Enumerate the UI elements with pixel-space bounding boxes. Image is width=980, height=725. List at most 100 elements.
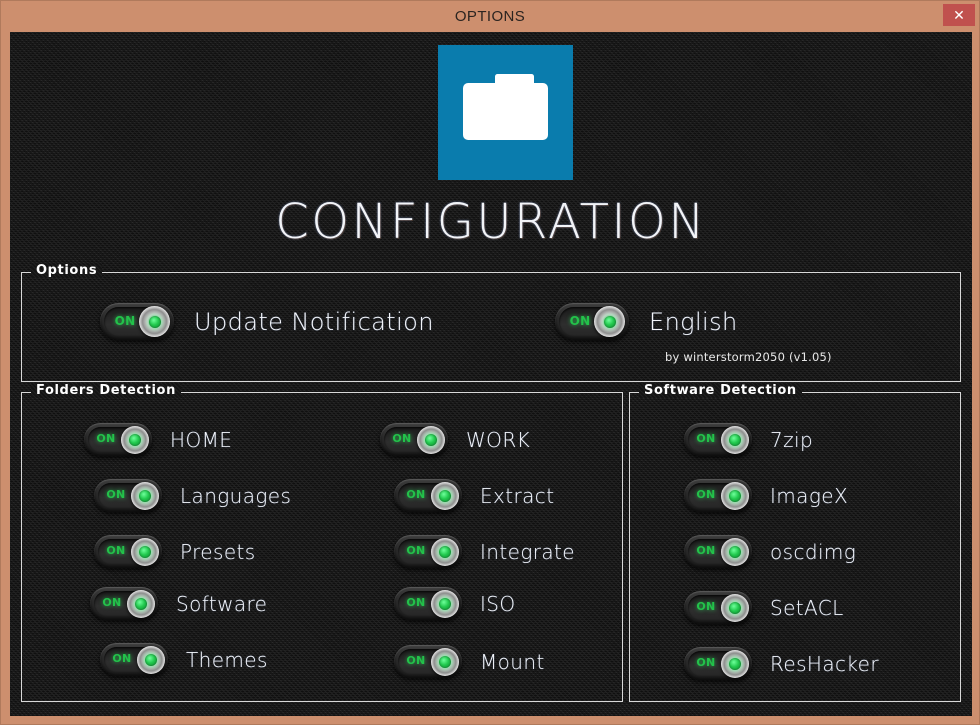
toggle-row-software-folder[interactable]: ON Software — [90, 587, 267, 620]
toggle-work[interactable]: ON — [380, 423, 448, 456]
toggle-knob[interactable] — [121, 426, 149, 454]
toggle-row-extract[interactable]: ON Extract — [394, 479, 554, 512]
led-indicator — [149, 316, 161, 328]
toggle-state-label: ON — [99, 596, 125, 610]
toggle-extract[interactable]: ON — [394, 479, 462, 512]
toggle-knob[interactable] — [721, 482, 749, 510]
led-indicator — [729, 546, 741, 558]
credits-text: by winterstorm2050 (v1.05) — [665, 350, 832, 364]
toggle-row-english[interactable]: ON English — [555, 303, 738, 340]
row-label: ISO — [480, 592, 516, 616]
toggle-row-home[interactable]: ON HOME — [84, 423, 232, 456]
row-label: Themes — [186, 648, 268, 672]
toggle-knob[interactable] — [431, 482, 459, 510]
toggle-state-label: ON — [403, 596, 429, 610]
toggle-row-reshacker[interactable]: ON ResHacker — [684, 647, 879, 680]
toggle-state-label: ON — [693, 600, 719, 614]
row-label: Presets — [180, 540, 256, 564]
toggle-english[interactable]: ON — [555, 303, 629, 340]
software-detection-group: Software Detection ON 7zip ON ImageX — [629, 392, 961, 702]
toggle-state-label: ON — [693, 544, 719, 558]
toggle-row-7zip[interactable]: ON 7zip — [684, 423, 813, 456]
row-label: oscdimg — [770, 540, 856, 564]
toggle-state-label: ON — [109, 652, 135, 666]
toggle-state-label: ON — [403, 654, 429, 668]
content-area: CONFIGURATION Options ON Update Notifica… — [10, 32, 972, 716]
led-indicator — [425, 434, 437, 446]
toggle-state-label: ON — [93, 432, 119, 446]
folder-icon — [438, 45, 573, 180]
toggle-knob[interactable] — [127, 590, 155, 618]
toggle-knob[interactable] — [721, 594, 749, 622]
toggle-state-label: ON — [693, 432, 719, 446]
toggle-7zip[interactable]: ON — [684, 423, 752, 456]
page-title: CONFIGURATION — [10, 194, 972, 250]
toggle-knob[interactable] — [131, 538, 159, 566]
row-label: Languages — [180, 484, 291, 508]
led-indicator — [729, 658, 741, 670]
led-indicator — [439, 490, 451, 502]
led-indicator — [135, 598, 147, 610]
toggle-state-label: ON — [693, 488, 719, 502]
row-label: Software — [176, 592, 267, 616]
toggle-knob[interactable] — [417, 426, 445, 454]
folders-detection-group-title: Folders Detection — [31, 383, 181, 398]
toggle-presets[interactable]: ON — [94, 535, 162, 568]
title-bar: OPTIONS ✕ — [1, 1, 979, 32]
toggle-knob[interactable] — [721, 426, 749, 454]
toggle-state-label: ON — [111, 314, 139, 328]
row-label: ImageX — [770, 484, 848, 508]
toggle-knob[interactable] — [431, 648, 459, 676]
toggle-row-integrate[interactable]: ON Integrate — [394, 535, 575, 568]
toggle-oscdimg[interactable]: ON — [684, 535, 752, 568]
toggle-knob[interactable] — [431, 590, 459, 618]
options-group: Options ON Update Notification ON — [21, 272, 961, 382]
toggle-row-imagex[interactable]: ON ImageX — [684, 479, 848, 512]
led-indicator — [139, 490, 151, 502]
toggle-integrate[interactable]: ON — [394, 535, 462, 568]
led-indicator — [729, 490, 741, 502]
toggle-knob[interactable] — [594, 306, 625, 337]
row-label: Integrate — [480, 540, 575, 564]
toggle-row-setacl[interactable]: ON SetACL — [684, 591, 844, 624]
toggle-state-label: ON — [403, 544, 429, 558]
close-button[interactable]: ✕ — [943, 4, 975, 26]
toggle-iso[interactable]: ON — [394, 587, 462, 620]
toggle-row-work[interactable]: ON WORK — [380, 423, 530, 456]
toggle-knob[interactable] — [431, 538, 459, 566]
led-indicator — [439, 598, 451, 610]
row-label: WORK — [466, 428, 530, 452]
toggle-knob[interactable] — [137, 646, 165, 674]
led-indicator — [729, 434, 741, 446]
toggle-knob[interactable] — [721, 538, 749, 566]
row-label: Extract — [480, 484, 554, 508]
toggle-row-themes[interactable]: ON Themes — [100, 643, 268, 676]
toggle-row-update-notification[interactable]: ON Update Notification — [100, 303, 434, 340]
toggle-software-folder[interactable]: ON — [90, 587, 158, 620]
toggle-mount[interactable]: ON — [394, 645, 462, 678]
row-label: 7zip — [770, 428, 813, 452]
toggle-home[interactable]: ON — [84, 423, 152, 456]
row-label: Update Notification — [194, 308, 434, 336]
toggle-knob[interactable] — [721, 650, 749, 678]
toggle-row-languages[interactable]: ON Languages — [94, 479, 291, 512]
toggle-setacl[interactable]: ON — [684, 591, 752, 624]
row-label: Mount — [480, 650, 545, 674]
row-label: ResHacker — [770, 652, 879, 676]
toggle-state-label: ON — [403, 488, 429, 502]
toggle-imagex[interactable]: ON — [684, 479, 752, 512]
toggle-themes[interactable]: ON — [100, 643, 168, 676]
toggle-row-oscdimg[interactable]: ON oscdimg — [684, 535, 856, 568]
toggle-row-iso[interactable]: ON ISO — [394, 587, 516, 620]
software-detection-group-title: Software Detection — [639, 383, 802, 398]
toggle-row-presets[interactable]: ON Presets — [94, 535, 256, 568]
toggle-row-mount[interactable]: ON Mount — [394, 645, 545, 678]
led-indicator — [439, 656, 451, 668]
options-window: OPTIONS ✕ CONFIGURATION Options ON — [0, 0, 980, 725]
toggle-reshacker[interactable]: ON — [684, 647, 752, 680]
led-indicator — [139, 546, 151, 558]
toggle-knob[interactable] — [131, 482, 159, 510]
toggle-knob[interactable] — [139, 306, 170, 337]
toggle-update-notification[interactable]: ON — [100, 303, 174, 340]
toggle-languages[interactable]: ON — [94, 479, 162, 512]
